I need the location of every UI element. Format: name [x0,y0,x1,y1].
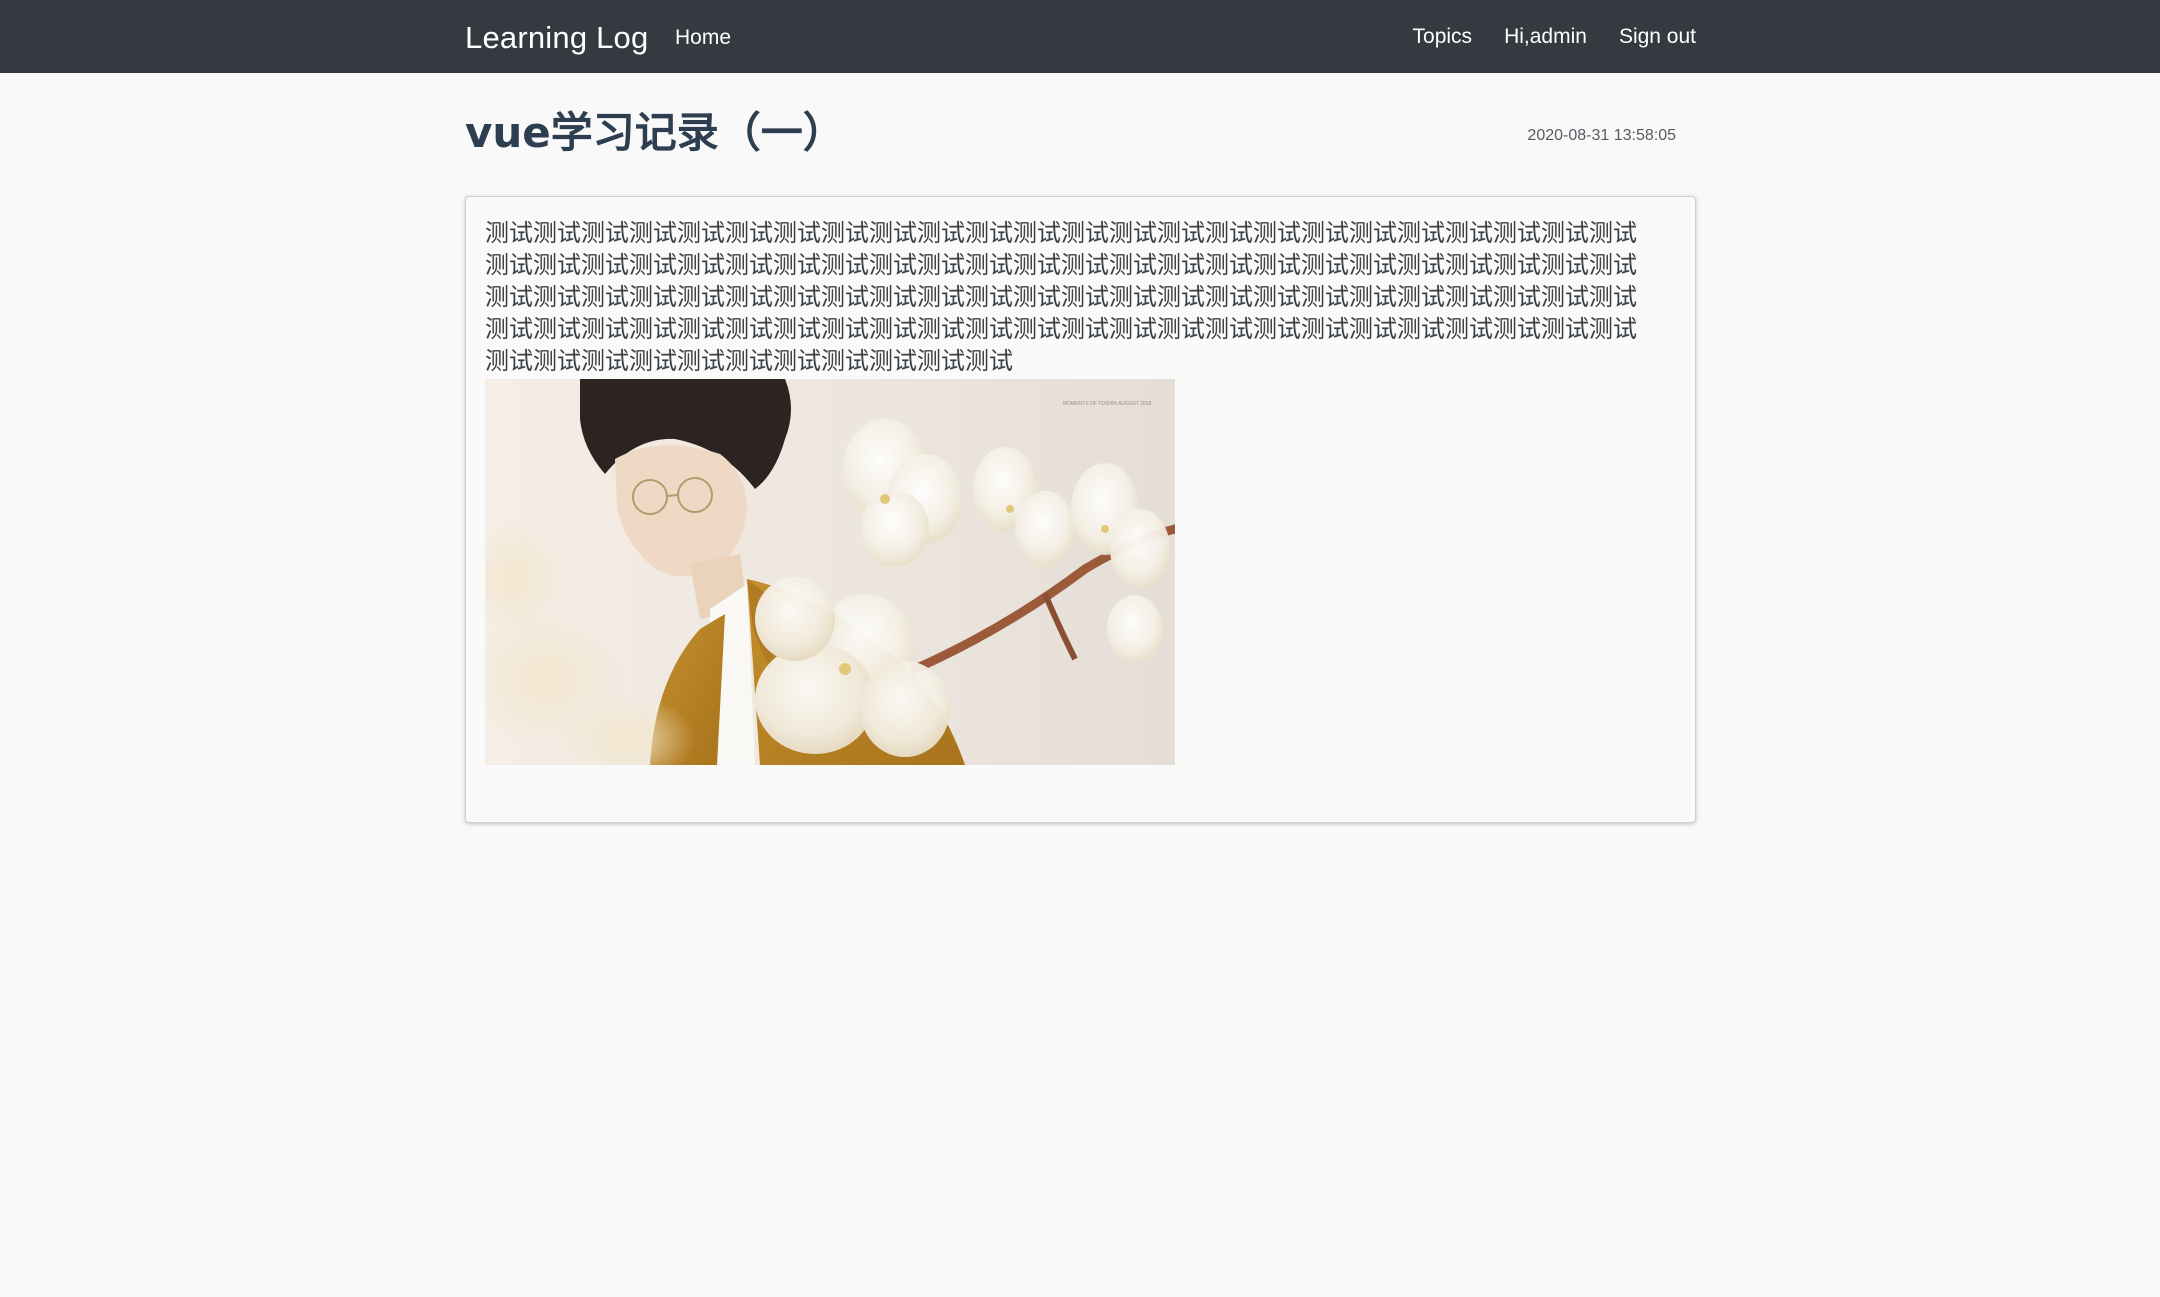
photo-caption: MOMENTS OF TOSHIN AUGUST 2018 [1063,401,1152,407]
nav-topics-link[interactable]: Topics [1413,23,1473,51]
nav-home-link[interactable]: Home [675,24,731,52]
entry-timestamp: 2020-08-31 13:58:05 [1527,127,1676,144]
nav-user-link[interactable]: Hi,admin [1504,23,1587,51]
top-navbar: Learning Log Home Topics Hi,admin Sign o… [0,0,2160,73]
brand-link[interactable]: Learning Log [465,18,648,58]
page-title: vue学习记录（一） [465,108,845,157]
navbar-container: Learning Log Home Topics Hi,admin Sign o… [465,0,1696,73]
nav-signout-link[interactable]: Sign out [1619,23,1696,51]
entry-card: 测试测试测试测试测试测试测试测试测试测试测试测试测试测试测试测试测试测试测试测试… [465,196,1696,823]
entry-photo: MOMENTS OF TOSHIN AUGUST 2018 [485,379,1175,765]
nav-right-group: Topics Hi,admin Sign out [1413,23,1696,51]
portrait-photo-illustration: MOMENTS OF TOSHIN AUGUST 2018 [485,379,1175,765]
entry-body-text: 测试测试测试测试测试测试测试测试测试测试测试测试测试测试测试测试测试测试测试测试… [485,219,1637,375]
